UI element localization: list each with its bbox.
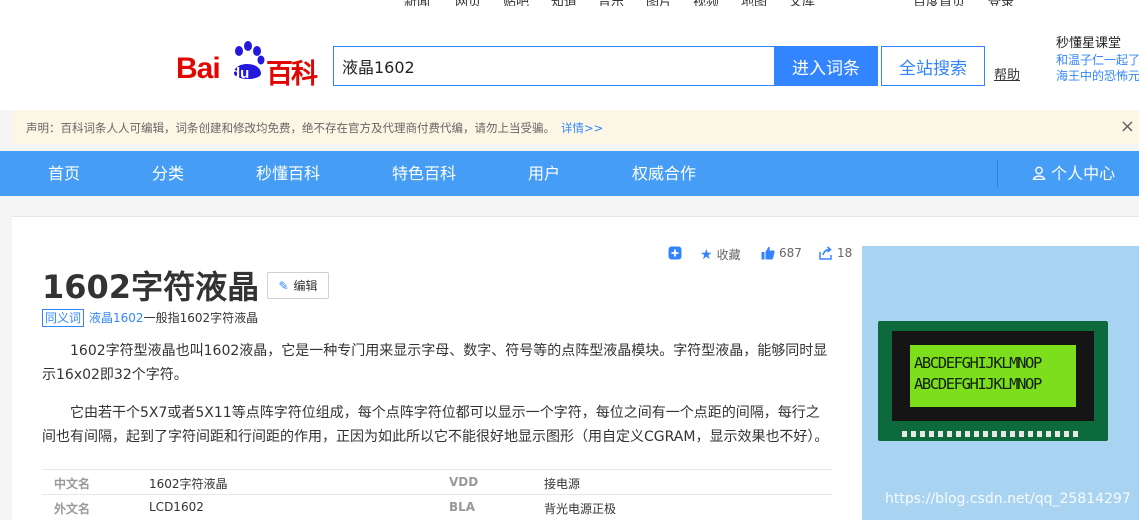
lcd-line-1: ABCDEFGHIJKLMNOP [914, 354, 1042, 372]
basic-info-table: 中文名 1602字符液晶 VDD 接电源 外文名 LCD1602 BLA 背光电… [42, 469, 832, 520]
star-icon: ★ [700, 246, 713, 263]
enter-entry-button[interactable]: 进入词条 [774, 46, 878, 86]
notice-text: 声明：百科词条人人可编辑，词条创建和修改均免费，绝不存在官方及代理商付费代编，请… [26, 121, 555, 135]
info-key: BLA [449, 500, 476, 514]
lcd-screen: ABCDEFGHIJKLMNOP ABCDEFGHIJKLMNOP [910, 345, 1076, 407]
nav-item-authority[interactable]: 权威合作 [632, 151, 696, 196]
collect-button[interactable]: ★ 收藏 [700, 246, 741, 263]
disclaimer-notice: 声明：百科词条人人可编辑，词条创建和修改均免费，绝不存在官方及代理商付费代编，请… [12, 110, 1139, 144]
share-button[interactable]: 18 [819, 246, 852, 260]
logo-du-text: du [231, 65, 250, 82]
synonym-link[interactable]: 液晶1602 [89, 311, 144, 325]
share-icon [819, 246, 832, 260]
info-key: VDD [449, 475, 479, 489]
edit-label: 编辑 [293, 279, 318, 293]
table-row: 中文名 1602字符液晶 VDD 接电源 [42, 469, 832, 495]
promo-link-1[interactable]: 和温子仁一起了 [1056, 52, 1139, 68]
table-row: 外文名 LCD1602 BLA 背光电源正极 [42, 495, 832, 520]
nav-item-home[interactable]: 首页 [48, 151, 80, 196]
notice-body: 声明：百科词条人人可编辑，词条创建和修改均免费，绝不存在官方及代理商付费代编，请… [26, 120, 603, 136]
promo-title: 秒懂星课堂 [1056, 36, 1122, 51]
user-center-link[interactable]: 个人中心 [1032, 151, 1115, 196]
image-watermark: https://blog.csdn.net/qq_25814297 [885, 491, 1131, 507]
pencil-icon: ✎ [278, 278, 289, 293]
paragraph-1: 1602字符型液晶也叫1602液晶，它是一种专门用来显示字母、数字、符号等的点阵… [42, 343, 828, 383]
promo-panel: 秒懂星课堂 和温子仁一起了 海王中的恐怖元 [1056, 36, 1139, 84]
close-icon[interactable]: × [1120, 116, 1135, 137]
share-count: 18 [837, 246, 853, 260]
nav-item-miaodong[interactable]: 秒懂百科 [256, 151, 320, 196]
user-center-label: 个人中心 [1051, 164, 1116, 183]
synonym-text: 一般指1602字符液晶 [143, 311, 259, 325]
notice-details-link[interactable]: 详情>> [561, 121, 603, 135]
help-link[interactable]: 帮助 [994, 64, 1020, 83]
nav-item-category[interactable]: 分类 [152, 151, 184, 196]
info-key: 外文名 [54, 502, 91, 516]
main-nav: 首页 分类 秒懂百科 特色百科 用户 权威合作 个人中心 [0, 151, 1139, 196]
search-box [333, 46, 775, 86]
lcd-line-2: ABCDEFGHIJKLMNOP [914, 375, 1042, 393]
paragraph-2: 它由若干个5X7或者5X11等点阵字符位组成，每个点阵字符位都可以显示一个字符，… [42, 405, 829, 445]
info-value: LCD1602 [149, 500, 204, 514]
like-count: 687 [779, 246, 802, 260]
info-value: 接电源 [544, 477, 581, 491]
lcd-frame: ABCDEFGHIJKLMNOP ABCDEFGHIJKLMNOP [892, 331, 1094, 421]
synonym-tag[interactable]: 同义词 [42, 309, 85, 327]
synonym-line: 同义词 液晶1602一般指1602字符液晶 [42, 309, 258, 327]
logo-baike-text: 百科 [266, 59, 318, 90]
info-value: 背光电源正极 [544, 502, 617, 516]
info-value: 1602字符液晶 [149, 477, 228, 491]
summary-album-image[interactable]: ABCDEFGHIJKLMNOP ABCDEFGHIJKLMNOP [862, 246, 1139, 520]
thumbs-up-icon [761, 246, 775, 260]
like-button[interactable]: 687 [761, 246, 802, 260]
collect-label: 收藏 [716, 248, 741, 262]
page-title: 1602字符液晶 [42, 268, 260, 306]
search-all-button[interactable]: 全站搜索 [881, 46, 985, 86]
user-icon [1032, 166, 1046, 181]
lcd-module-image: ABCDEFGHIJKLMNOP ABCDEFGHIJKLMNOP [878, 321, 1108, 441]
edit-button[interactable]: ✎ 编辑 [267, 272, 329, 299]
promo-link-2[interactable]: 海王中的恐怖元 [1056, 68, 1139, 84]
logo-bai-text: Bai [176, 52, 221, 85]
search-input[interactable] [334, 47, 774, 85]
info-key: 中文名 [54, 477, 91, 491]
nav-divider [997, 160, 998, 187]
add-tool[interactable] [668, 246, 682, 260]
nav-item-featured[interactable]: 特色百科 [392, 151, 456, 196]
plus-square-icon [668, 246, 682, 260]
baidu-baike-logo[interactable]: Bai du 百科 [176, 39, 318, 90]
lcd-pins [902, 431, 1082, 437]
site-header: Bai du 百科 进入词条 全站搜索 帮助 秒懂星课堂 和温子仁一起了 海王中… [0, 6, 1139, 110]
nav-item-users[interactable]: 用户 [528, 151, 560, 196]
